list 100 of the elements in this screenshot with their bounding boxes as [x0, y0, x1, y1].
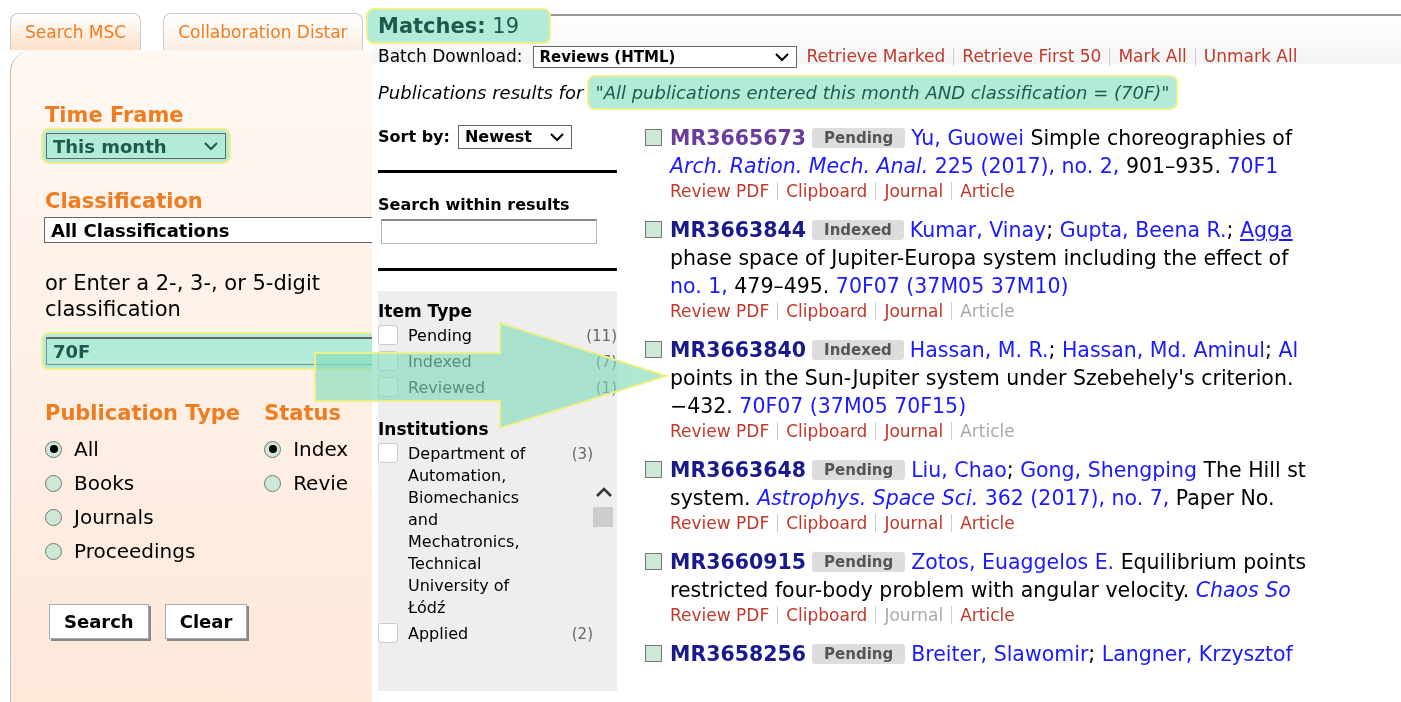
mark-checkbox[interactable] — [645, 553, 662, 570]
radio-icon[interactable] — [45, 508, 62, 526]
citation-text: 901–935. — [1124, 154, 1221, 178]
action-link[interactable]: Review PDF — [670, 604, 770, 626]
action-link[interactable]: Clipboard — [786, 604, 868, 626]
citation-text: Equilibrium points — [1119, 550, 1307, 574]
journal-title-link[interactable]: Chaos So — [1195, 578, 1291, 602]
action-link[interactable]: Article — [960, 512, 1015, 534]
field-label: Sort by: — [378, 126, 450, 148]
mark-checkbox[interactable] — [645, 645, 662, 662]
author-link[interactable]: Zotos, Euaggelos E. — [911, 550, 1115, 574]
filter-count: (1) — [595, 378, 617, 399]
search-button[interactable]: Search — [49, 604, 149, 639]
action-link[interactable]: Journal — [884, 420, 944, 442]
review-id-link[interactable]: MR3658256 — [670, 642, 807, 666]
author-link[interactable]: Gong, Shengping — [1020, 458, 1197, 482]
sort-select[interactable]: Newest — [457, 125, 572, 149]
author-link[interactable]: Agga — [1240, 218, 1293, 242]
radio-option[interactable]: All — [45, 432, 241, 466]
review-id-link[interactable]: MR3663648 — [670, 458, 807, 482]
mark-checkbox[interactable] — [645, 461, 662, 478]
author-link[interactable]: Gupta, Beena R. — [1059, 218, 1227, 242]
citation-link[interactable]: 362 (2017), no. 7, — [978, 486, 1170, 510]
review-id-link[interactable]: MR3665673 — [670, 126, 807, 150]
radio-option[interactable]: Journals — [45, 500, 241, 534]
citation-text: points in the Sun-Jupiter system under Szebehely's criterion. — [670, 366, 1294, 390]
citation-link[interactable]: no. 1, — [670, 274, 728, 298]
author-link[interactable]: Hassan, M. R. — [909, 338, 1049, 362]
mark-checkbox[interactable] — [645, 129, 662, 146]
field-label: Batch Download: — [378, 45, 523, 69]
search-within-field[interactable] — [381, 219, 597, 244]
option-label: Revie — [293, 470, 349, 497]
batch-link[interactable]: Retrieve Marked — [806, 44, 946, 70]
radio-option[interactable]: Revie — [264, 466, 349, 500]
citation-text: Simple choreographies of — [1029, 126, 1293, 150]
author-link[interactable]: Al — [1278, 338, 1299, 362]
action-link[interactable]: Review PDF — [670, 512, 770, 534]
citation-link[interactable]: 70F07 (37M05 37M10) — [829, 274, 1069, 298]
field-label: Search within results — [378, 194, 571, 216]
radio-icon[interactable] — [45, 440, 62, 458]
checkbox[interactable] — [378, 623, 398, 643]
filter-label: Applied — [408, 623, 470, 645]
action-link[interactable]: Clipboard — [786, 300, 868, 322]
action-link[interactable]: Journal — [884, 300, 944, 322]
author-link[interactable]: Hassan, Md. Aminul — [1061, 338, 1265, 362]
action-link[interactable]: Review PDF — [670, 180, 770, 202]
action-link[interactable]: Journal — [884, 180, 944, 202]
citation-link[interactable]: 70F07 (37M05 70F15) — [732, 394, 967, 418]
filter-label: Department of Automation, Biomechanics and Mechatronics, Technical University of Łódź — [408, 443, 527, 619]
citation-text: The Hill st — [1202, 458, 1306, 482]
download-select[interactable]: Reviews (HTML) — [532, 46, 797, 68]
review-id-link[interactable]: MR3663844 — [670, 218, 807, 242]
author-link[interactable]: Liu, Chao — [911, 458, 1007, 482]
action-link[interactable]: Article — [960, 180, 1015, 202]
filter-label: Reviewed — [408, 377, 486, 399]
filter-count: (2) — [571, 624, 593, 645]
action-link[interactable]: Clipboard — [786, 180, 868, 202]
citation-link[interactable]: 70F1 — [1220, 154, 1279, 178]
field-label: Time Frame — [45, 102, 185, 128]
checkbox[interactable] — [378, 351, 398, 371]
radio-icon[interactable] — [45, 542, 62, 560]
citation-text: system. — [670, 486, 752, 510]
radio-option[interactable]: Proceedings — [45, 534, 241, 568]
matches-count: Matches: 19 — [366, 8, 552, 44]
batch-link[interactable]: Mark All — [1118, 44, 1187, 70]
radio-icon[interactable] — [45, 474, 62, 492]
checkbox[interactable] — [378, 443, 398, 463]
radio-option[interactable]: Index — [264, 432, 349, 466]
review-id-link[interactable]: MR3660915 — [670, 550, 807, 574]
citation-link[interactable]: 225 (2017), no. 2, — [928, 154, 1120, 178]
author-link[interactable]: Breiter, Slawomir — [911, 642, 1089, 666]
checkbox[interactable] — [378, 325, 398, 345]
author-link[interactable]: Langner, Krzysztof — [1101, 642, 1293, 666]
citation-text: Paper No. — [1174, 486, 1275, 510]
select-field[interactable]: All Classifications — [44, 217, 372, 243]
citation-text: ; — [1088, 642, 1097, 666]
batch-link[interactable]: Retrieve First 50 — [962, 44, 1102, 70]
action-link[interactable]: Review PDF — [670, 420, 770, 442]
select-field[interactable]: This month — [46, 133, 226, 159]
action-link[interactable]: Journal — [884, 512, 944, 534]
citation-text: ; — [1048, 338, 1057, 362]
filter-label: Pending — [408, 325, 472, 347]
radio-option[interactable]: Books — [45, 466, 241, 500]
radio-icon[interactable] — [264, 440, 282, 458]
journal-title-link[interactable]: Astrophys. Space Sci. — [757, 486, 979, 510]
author-link[interactable]: Yu, Guowei — [911, 126, 1024, 150]
radio-icon[interactable] — [264, 474, 282, 492]
mark-checkbox[interactable] — [645, 341, 662, 358]
author-link[interactable]: Kumar, Vinay — [909, 218, 1047, 242]
action-link[interactable]: Article — [960, 604, 1015, 626]
citation-text: ; — [1264, 338, 1273, 362]
batch-link[interactable]: Unmark All — [1203, 44, 1298, 70]
action-link[interactable]: Clipboard — [786, 512, 868, 534]
mark-checkbox[interactable] — [645, 221, 662, 238]
action-link[interactable]: Review PDF — [670, 300, 770, 322]
journal-title-link[interactable]: Arch. Ration. Mech. Anal. — [670, 154, 929, 178]
clear-button[interactable]: Clear — [164, 604, 248, 639]
action-link[interactable]: Clipboard — [786, 420, 868, 442]
review-id-link[interactable]: MR3663840 — [670, 338, 807, 362]
action-link: Journal — [884, 604, 944, 626]
